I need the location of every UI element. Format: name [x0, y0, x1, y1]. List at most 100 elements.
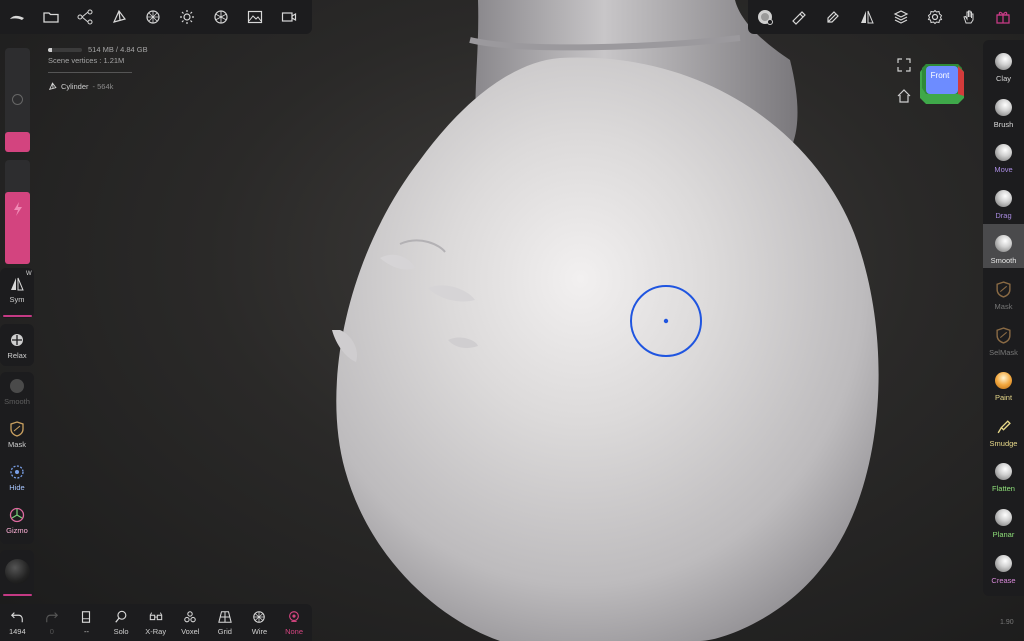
- undo-button[interactable]: 1494: [0, 604, 35, 641]
- grid-icon: [218, 610, 232, 623]
- crease-brush-icon: [995, 554, 1012, 572]
- brush-brush-icon: [995, 98, 1012, 116]
- mask-button[interactable]: Mask: [0, 421, 34, 449]
- drag-label: Drag: [995, 210, 1012, 220]
- fullscreen-icon[interactable]: [896, 57, 912, 73]
- clay-label: Clay: [995, 74, 1011, 83]
- smudge-brush-icon: [995, 418, 1012, 435]
- relax-button[interactable]: Relax: [0, 332, 34, 360]
- tool-crease[interactable]: Crease: [983, 544, 1024, 588]
- redo-button[interactable]: 0: [35, 604, 70, 641]
- smudge-label: Smudge: [989, 438, 1018, 448]
- tool-move[interactable]: Move: [983, 133, 1024, 177]
- scene-stats: 514 MB / 4.84 GB Scene vertices : 1.21M …: [48, 44, 148, 92]
- selmask-brush-icon: [995, 326, 1012, 344]
- redo-count: 0: [49, 626, 54, 636]
- sym-panel: Sym W: [0, 268, 34, 318]
- tool-planar[interactable]: Planar: [983, 498, 1024, 542]
- move-label: Move: [994, 165, 1013, 175]
- radius-slider[interactable]: [5, 48, 30, 152]
- mask-label: Mask: [8, 440, 26, 449]
- tool-flatten[interactable]: Flatten: [983, 452, 1024, 496]
- material-icon[interactable]: [204, 0, 238, 34]
- topology-icon[interactable]: [136, 0, 170, 34]
- memory-bar: [48, 47, 82, 52]
- scene-graph-icon[interactable]: [68, 0, 102, 34]
- magnifier-icon: [115, 610, 127, 623]
- tool-brush[interactable]: Brush: [983, 88, 1024, 132]
- tool-paint[interactable]: Paint: [983, 361, 1024, 405]
- solo-button[interactable]: Solo: [104, 604, 139, 641]
- material-ball-icon[interactable]: [5, 559, 30, 584]
- home-icon[interactable]: [896, 88, 912, 104]
- sym-label: Sym: [9, 295, 25, 304]
- tool-clay[interactable]: Clay: [983, 42, 1024, 86]
- object-vertices: - 564k: [92, 82, 114, 91]
- undo-count: 1494: [8, 626, 26, 636]
- tool-smooth[interactable]: Smooth: [983, 224, 1024, 269]
- sym-active-indicator: [3, 315, 32, 317]
- relax-label: Relax: [7, 351, 27, 360]
- wire-button[interactable]: Wire: [242, 604, 277, 641]
- tool-selmask[interactable]: SelMask: [983, 316, 1024, 360]
- gizmo-button[interactable]: Gizmo: [0, 507, 34, 535]
- symmetry-icon[interactable]: [850, 0, 884, 34]
- history-button[interactable]: --: [69, 604, 104, 641]
- camera-icon[interactable]: [272, 0, 306, 34]
- smooth-label: Smooth: [4, 397, 30, 406]
- layers-icon[interactable]: [884, 0, 918, 34]
- version-label: 1.90: [1000, 619, 1014, 626]
- selmask-label: SelMask: [989, 347, 1018, 357]
- pen-icon[interactable]: [816, 0, 850, 34]
- current-brush-icon[interactable]: [748, 0, 782, 34]
- sym-button[interactable]: Sym: [0, 276, 34, 304]
- gift-icon[interactable]: [986, 0, 1020, 34]
- background-image-icon[interactable]: [238, 0, 272, 34]
- symmetry-icon: [11, 277, 24, 291]
- gesture-hand-icon[interactable]: [952, 0, 986, 34]
- voxel-button[interactable]: Voxel: [173, 604, 208, 641]
- settings-gear-icon[interactable]: [918, 0, 952, 34]
- material-active-indicator: [3, 594, 32, 596]
- viewport[interactable]: [0, 0, 1024, 641]
- xray-button[interactable]: X-Ray: [138, 604, 173, 641]
- paint-brush-icon: [995, 372, 1012, 390]
- right-tool-sidebar: Clay Brush Move Drag Smooth Mask SelMask Paint S…: [983, 40, 1024, 596]
- object-info[interactable]: Cylinder - 564k: [48, 81, 148, 92]
- hide-button[interactable]: Hide: [0, 464, 34, 492]
- tool-mask[interactable]: Mask: [983, 270, 1024, 314]
- smooth-label: Smooth: [990, 256, 1017, 266]
- tool-smudge[interactable]: Smudge: [983, 407, 1024, 451]
- planar-brush-icon: [995, 509, 1012, 526]
- gizmo-icon: [9, 507, 25, 523]
- folder-icon[interactable]: [34, 0, 68, 34]
- mask-shield-icon: [10, 421, 24, 437]
- intensity-slider[interactable]: [5, 160, 30, 264]
- view-cube-label: Front: [931, 71, 950, 80]
- smooth-brush-icon: [995, 235, 1012, 253]
- flatten-label: Flatten: [992, 484, 1015, 494]
- relax-icon: [11, 334, 23, 346]
- mesh-tools-icon[interactable]: [102, 0, 136, 34]
- light-icon[interactable]: [170, 0, 204, 34]
- solo-label: Solo: [113, 626, 129, 636]
- none-button[interactable]: None: [277, 604, 312, 641]
- target-icon: [289, 610, 299, 622]
- wireframe-icon: [253, 610, 266, 623]
- crease-label: Crease: [991, 575, 1016, 585]
- xray-glasses-icon: [149, 611, 162, 620]
- brush-label: Brush: [993, 119, 1014, 129]
- tool-drag[interactable]: Drag: [983, 179, 1024, 223]
- view-cube[interactable]: Front: [918, 58, 966, 106]
- mesh-object-icon: [48, 82, 57, 90]
- radius-handle-icon: [12, 94, 23, 105]
- nomad-logo-icon[interactable]: [0, 0, 34, 34]
- voxel-label: Voxel: [181, 626, 200, 636]
- smooth-icon: [10, 379, 24, 393]
- stroke-icon[interactable]: [782, 0, 816, 34]
- gizmo-label: Gizmo: [6, 526, 28, 535]
- mask-brush-icon: [995, 281, 1012, 298]
- smooth-button[interactable]: Smooth: [0, 378, 34, 406]
- grid-button[interactable]: Grid: [208, 604, 243, 641]
- material-preview-panel: [0, 550, 34, 598]
